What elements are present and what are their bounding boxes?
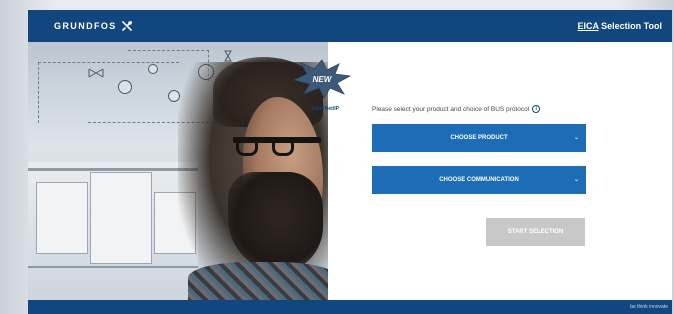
grundfos-logo[interactable]: GRUNDFOS [54, 20, 133, 32]
valve-node-icon [118, 80, 132, 94]
valve-icon [88, 68, 104, 78]
brand-name: GRUNDFOS [54, 21, 117, 31]
product-dropdown-label: CHOOSE PRODUCT [450, 135, 508, 141]
communication-dropdown-label: CHOOSE COMMUNICATION [439, 177, 519, 183]
new-badge-label: NEW [313, 75, 333, 84]
hero-image [28, 42, 328, 300]
communication-dropdown[interactable]: CHOOSE COMMUNICATION ⌄ [372, 166, 586, 194]
app-title-abbr[interactable]: EICA [577, 21, 598, 31]
sensor-node-icon [148, 64, 158, 74]
prompt-text: Please select your product and choice of… [372, 105, 530, 113]
footer-bar: be think innovate [28, 300, 672, 314]
start-selection-button[interactable]: START SELECTION [486, 218, 585, 246]
info-icon[interactable]: i [532, 105, 541, 113]
chevron-down-icon: ⌄ [573, 177, 579, 183]
grundfos-x-icon [121, 21, 132, 31]
selection-prompt: Please select your product and choice of… [372, 104, 592, 114]
factory-background [28, 162, 198, 300]
footer-tagline: be think innovate [630, 304, 668, 310]
new-badge-icon: NEW [292, 59, 352, 99]
hourglass-icon [224, 50, 232, 62]
selection-panel: Please select your product and choice of… [372, 104, 592, 246]
app-title: EICA Selection Tool [577, 21, 662, 31]
app-title-rest: Selection Tool [598, 21, 662, 31]
chevron-down-icon: ⌄ [573, 135, 579, 141]
badge-subtitle: EtherNet/IP [312, 106, 339, 112]
portrait-shirt [188, 262, 328, 300]
start-selection-label: START SELECTION [507, 229, 564, 235]
glasses-lens-left [236, 140, 258, 156]
app-window: GRUNDFOS EICA Selection Tool NEW EtherNe… [28, 10, 672, 314]
glasses-lens-right [272, 140, 294, 156]
product-dropdown[interactable]: CHOOSE PRODUCT ⌄ [372, 124, 586, 152]
header-bar: GRUNDFOS EICA Selection Tool [28, 10, 672, 42]
